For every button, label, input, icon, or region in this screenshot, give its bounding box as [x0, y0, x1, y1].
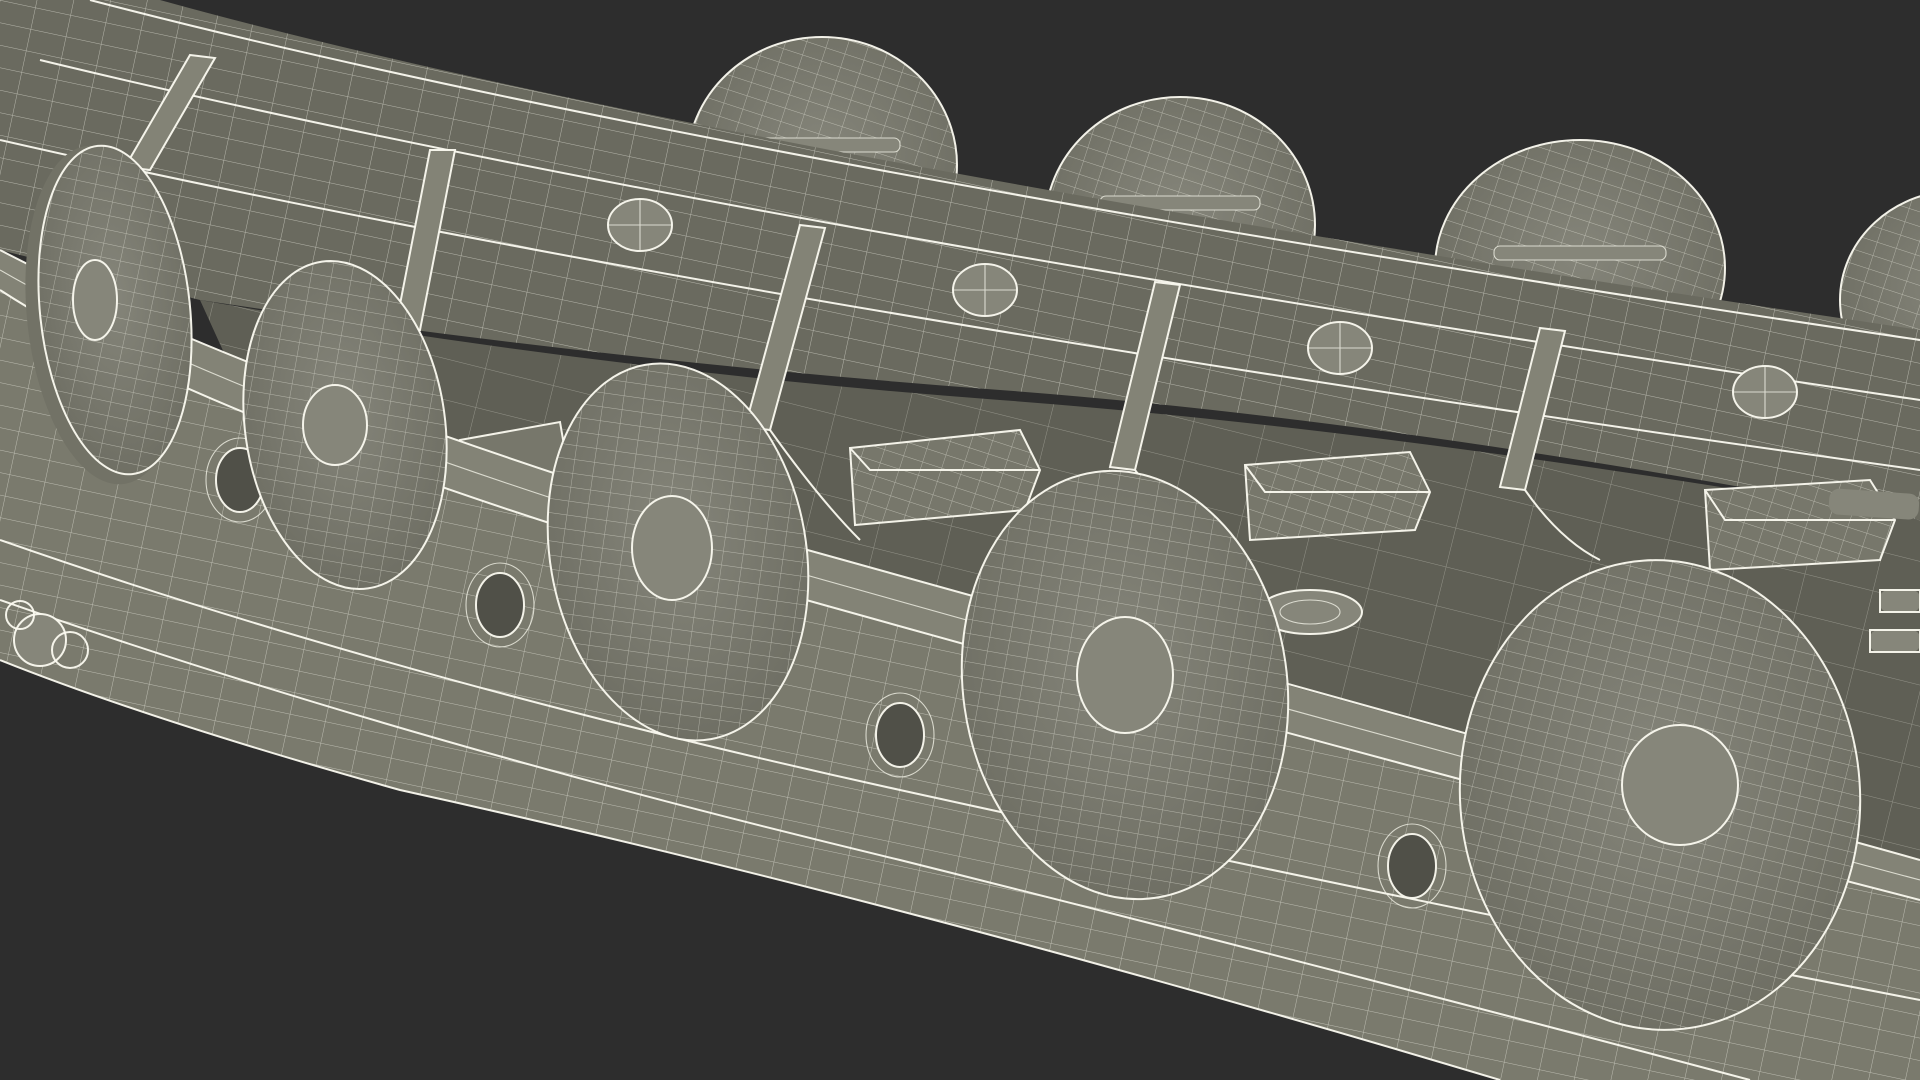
- sea-chest-3: [1243, 450, 1432, 542]
- rowlock-2: [952, 263, 1018, 317]
- rowlock-4: [1732, 365, 1798, 419]
- oar-hole-2: [465, 562, 535, 648]
- rowlock-3: [1307, 321, 1373, 375]
- oar-hole-4: [1377, 823, 1447, 909]
- sea-chest-2: [848, 428, 1042, 527]
- longship-wireframe-render: [0, 0, 1920, 1080]
- rowlock-1: [607, 198, 673, 252]
- oar-hole-3: [865, 692, 935, 778]
